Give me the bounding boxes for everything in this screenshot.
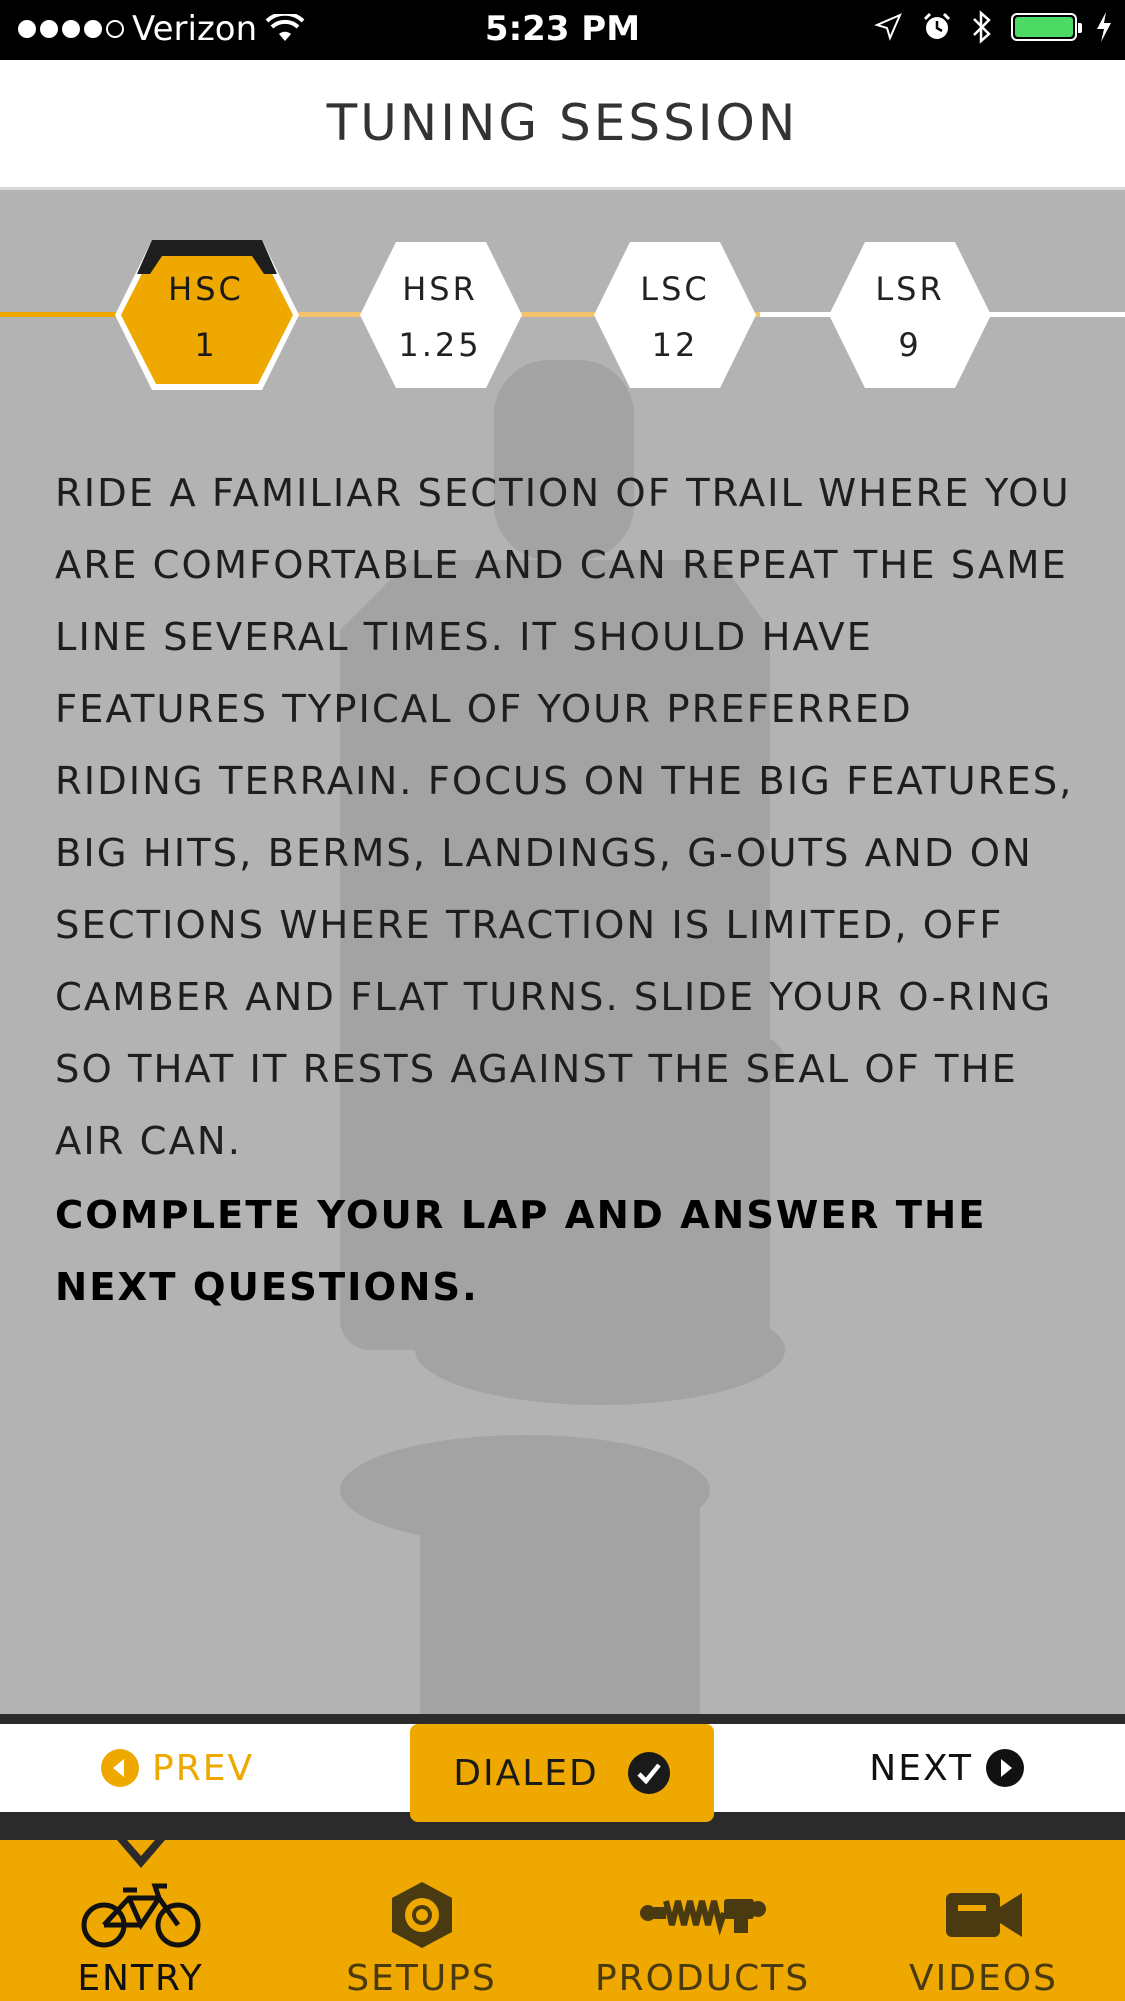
- location-icon: [874, 13, 902, 41]
- dialed-button[interactable]: DIALED: [410, 1724, 714, 1822]
- step-lsc-hex[interactable]: [594, 242, 756, 388]
- video-camera-icon: [945, 1893, 1022, 1937]
- tab-setups[interactable]: SETUPS: [281, 1840, 562, 2001]
- step-track: [0, 240, 1125, 390]
- action-bar-inner: PREV DIALED NEXT: [0, 1724, 1125, 1822]
- status-bar: Verizon 5:23 PM: [0, 0, 1125, 60]
- status-icons: [873, 10, 1113, 44]
- prev-button[interactable]: PREV: [100, 1734, 254, 1802]
- page-header: TUNING SESSION: [0, 60, 1125, 190]
- action-bar: PREV DIALED NEXT: [0, 1714, 1125, 1840]
- chevron-right-circle-icon: [986, 1749, 1024, 1787]
- check-circle-icon: [627, 1752, 670, 1794]
- instruction-text: RIDE A FAMILIAR SECTION OF TRAIL WHERE Y…: [55, 458, 1075, 1324]
- page-title: TUNING SESSION: [326, 94, 799, 152]
- step-hsc-code: HSC: [168, 270, 244, 308]
- tab-products[interactable]: PRODUCTS: [562, 1840, 843, 2001]
- instruction-body: RIDE A FAMILIAR SECTION OF TRAIL WHERE Y…: [55, 471, 1074, 1164]
- step-lsr-value: 9: [898, 326, 922, 364]
- tab-bar: ENTRY SETUPS PRODUCTS VIDEOS: [0, 1840, 1125, 2001]
- chevron-left-circle-icon: [101, 1749, 139, 1787]
- tab-entry-label: ENTRY: [77, 1958, 204, 1999]
- alarm-icon: [923, 12, 951, 39]
- step-hsr-code: HSR: [402, 270, 478, 308]
- step-hsr-value: 1.25: [398, 326, 482, 364]
- instruction-emphasis: COMPLETE YOUR LAP AND ANSWER THE NEXT QU…: [55, 1193, 987, 1310]
- step-lsr-code: LSR: [875, 270, 945, 308]
- tab-videos-label: VIDEOS: [909, 1958, 1058, 1999]
- battery-icon: [1011, 13, 1082, 41]
- tab-entry[interactable]: ENTRY: [0, 1840, 281, 2001]
- step-lsc-code: LSC: [640, 270, 710, 308]
- tab-setups-label: SETUPS: [346, 1958, 497, 1999]
- bluetooth-icon: [973, 10, 991, 44]
- tab-products-label: PRODUCTS: [594, 1958, 811, 1999]
- next-label: NEXT: [869, 1747, 973, 1789]
- bike-icon: [81, 1883, 200, 1948]
- step-lsr-hex[interactable]: [829, 242, 991, 388]
- step-hsc-hex[interactable]: [115, 240, 299, 390]
- hexagon-icon: [391, 1882, 452, 1948]
- dialed-label: DIALED: [453, 1752, 599, 1794]
- step-hsc-value: 1: [194, 326, 218, 364]
- charging-icon: [1097, 12, 1111, 42]
- shock-icon: [639, 1899, 766, 1936]
- tab-videos[interactable]: VIDEOS: [843, 1840, 1124, 2001]
- next-button[interactable]: NEXT: [869, 1734, 1025, 1802]
- prev-label: PREV: [152, 1747, 255, 1789]
- step-lsc-value: 12: [651, 326, 699, 364]
- step-hsr-hex[interactable]: [360, 242, 522, 388]
- tuning-content: HSC 1 HSR 1.25 LSC 12 LSR 9 RIDE A FAMIL…: [0, 190, 1125, 1714]
